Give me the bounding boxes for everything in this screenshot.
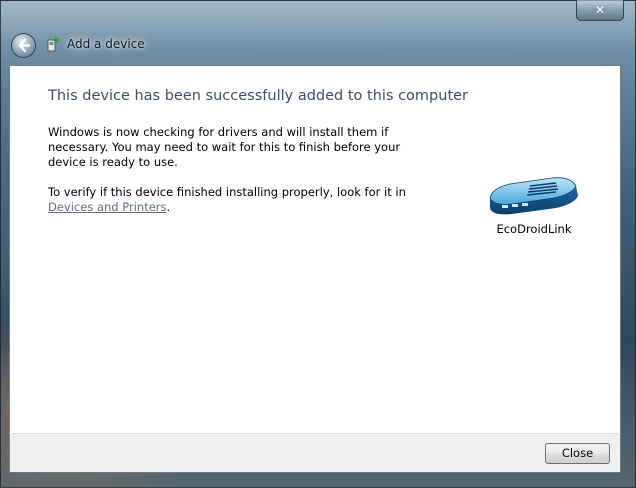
- window-close-button[interactable]: ✕: [576, 0, 624, 21]
- verify-info-text: To verify if this device finished instal…: [48, 185, 428, 215]
- footer-bar: Close: [9, 433, 621, 473]
- window-title: Add a device: [67, 37, 145, 51]
- driver-info-text: Windows is now checking for drivers and …: [48, 125, 401, 169]
- close-button[interactable]: Close: [545, 443, 610, 464]
- verify-info-prefix: To verify if this device finished instal…: [48, 185, 406, 199]
- add-device-icon: [47, 37, 59, 52]
- router-device-icon: [489, 177, 578, 215]
- back-arrow-icon: [18, 38, 31, 53]
- device-name: EcoDroidLink: [496, 222, 572, 236]
- page-title: This device has been successfully added …: [48, 88, 469, 104]
- devices-and-printers-link[interactable]: Devices and Printers: [48, 200, 167, 214]
- verify-info-suffix: .: [166, 200, 171, 214]
- back-button[interactable]: [11, 33, 36, 58]
- content-panel: This device has been successfully added …: [9, 65, 621, 433]
- close-icon: ✕: [594, 3, 606, 17]
